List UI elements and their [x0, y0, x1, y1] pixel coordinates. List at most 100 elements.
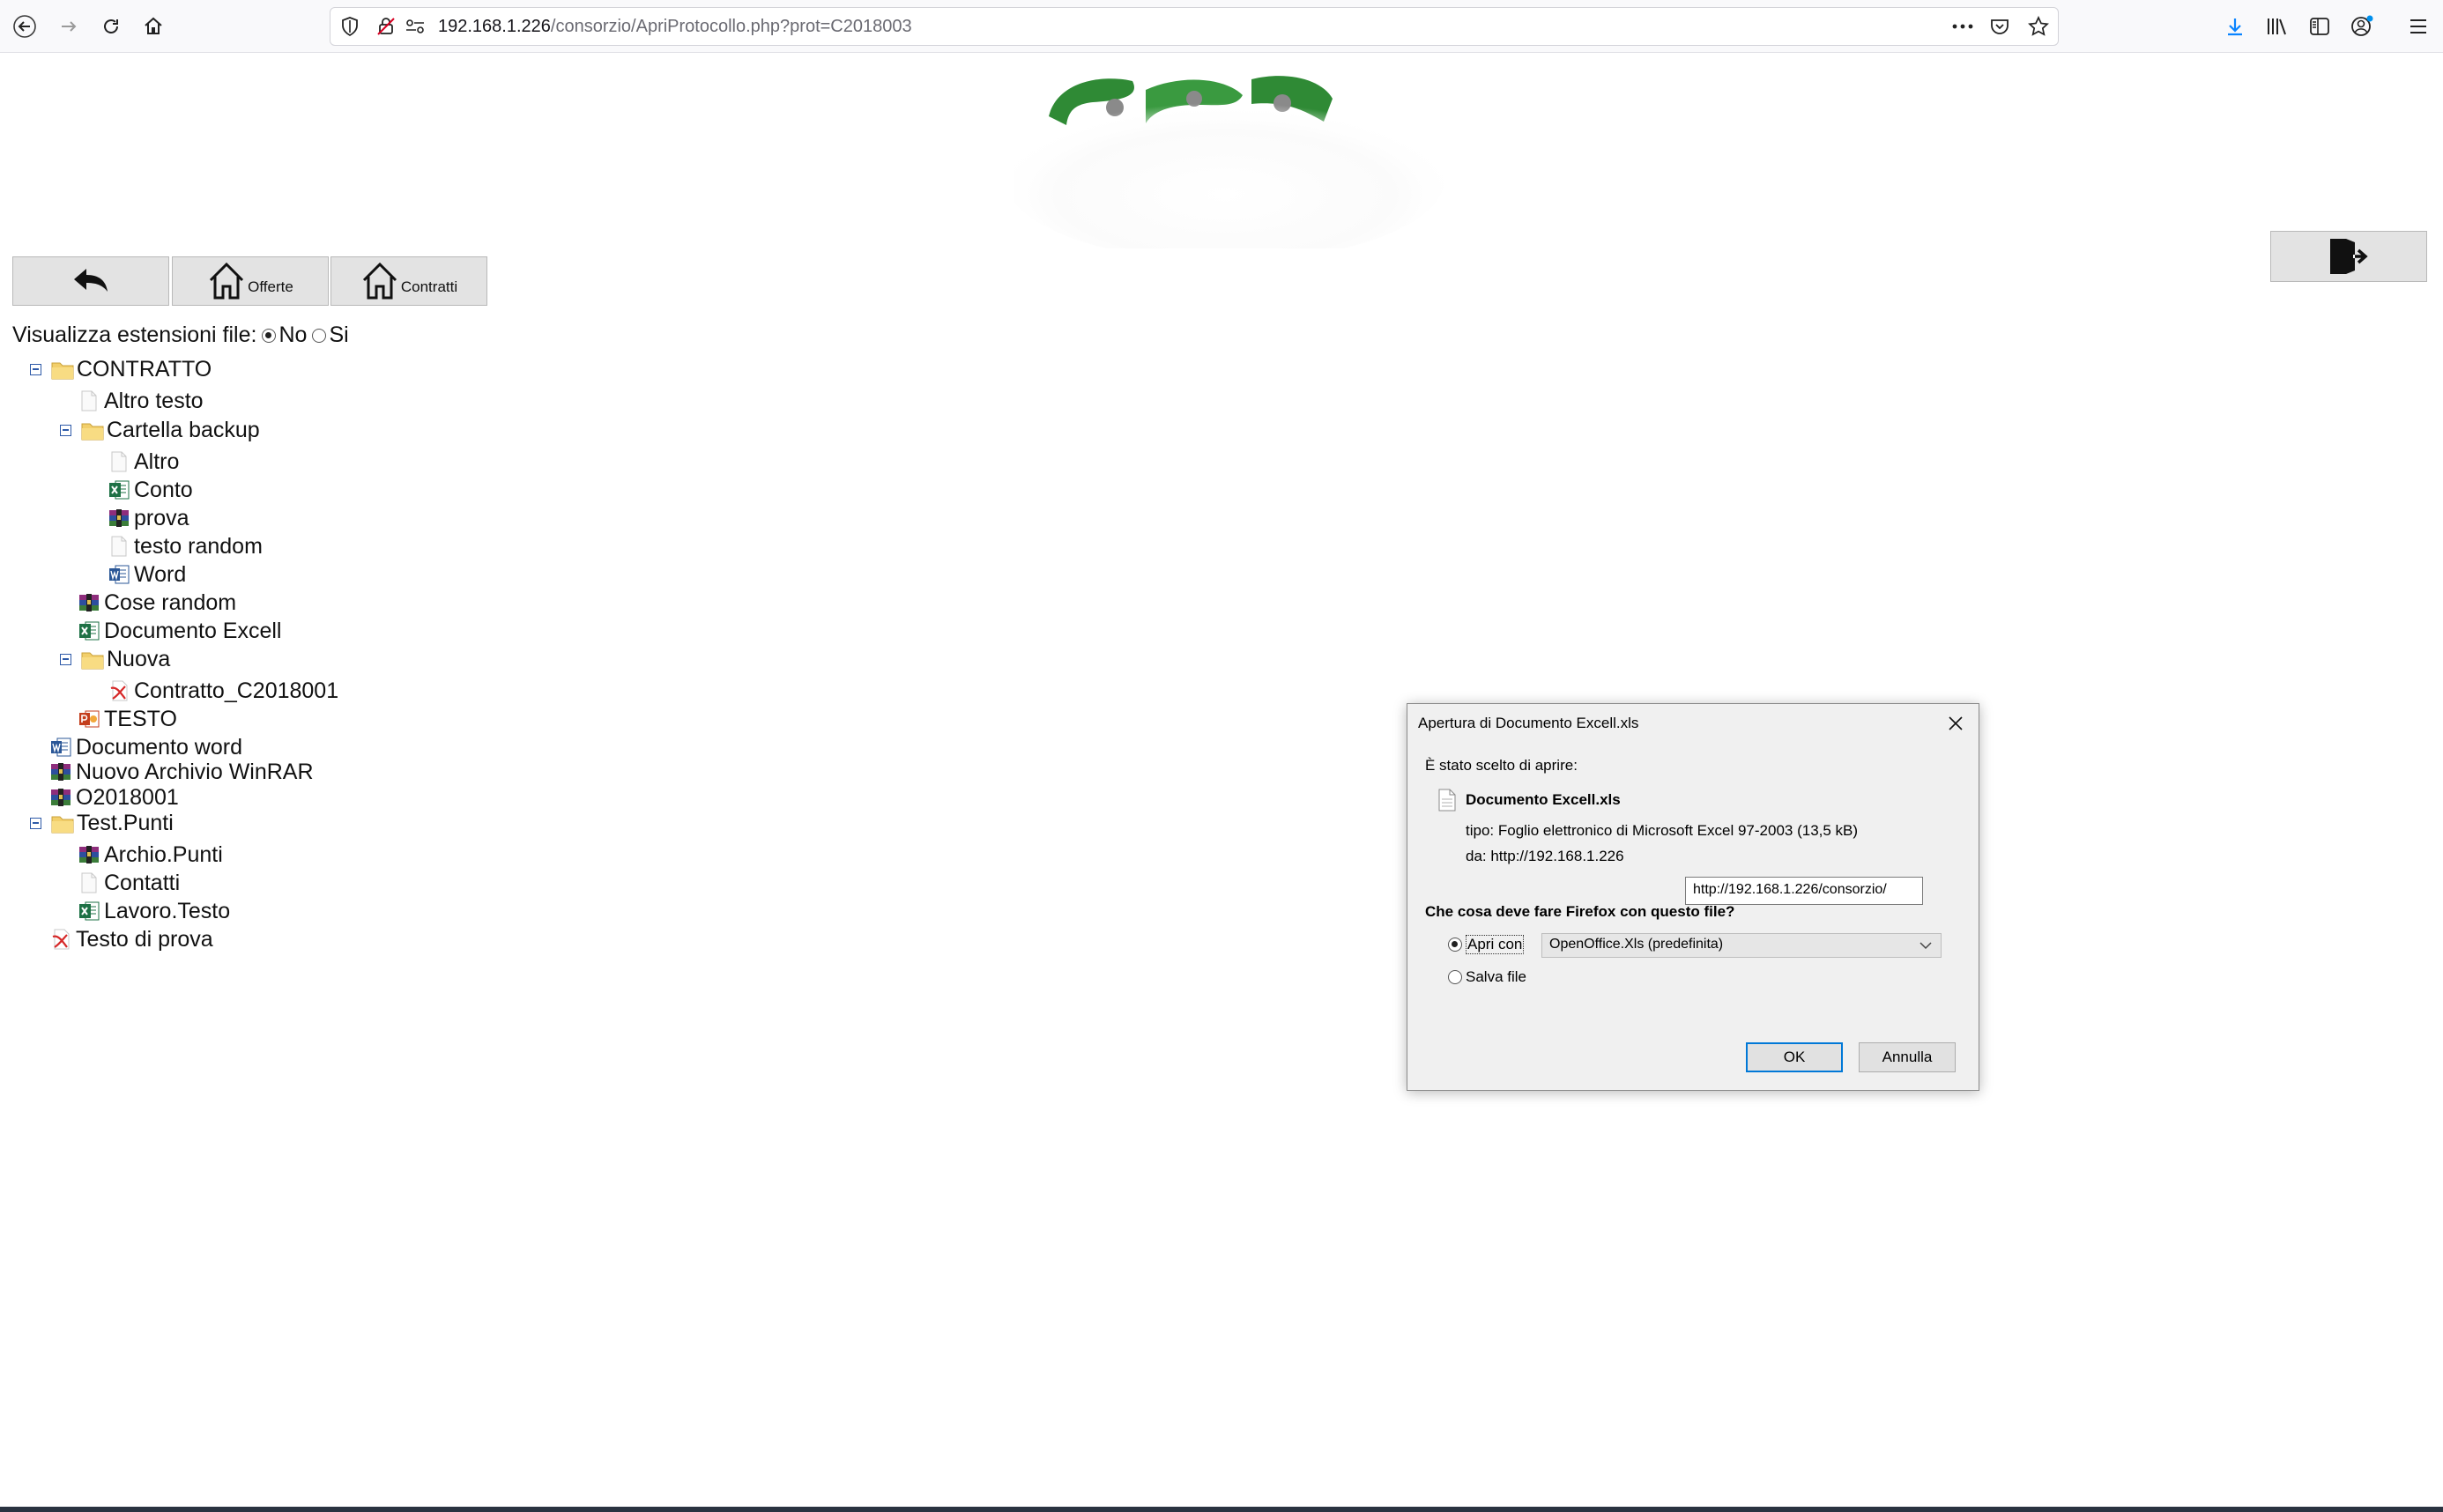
- collapse-toggle-icon[interactable]: [60, 653, 71, 665]
- collapse-toggle-icon[interactable]: [30, 363, 41, 375]
- collapse-toggle-icon[interactable]: [30, 817, 41, 829]
- full-url-field[interactable]: http://192.168.1.226/consorzio/: [1685, 877, 1923, 905]
- tree-item-label[interactable]: O2018001: [76, 785, 179, 811]
- dialog-intro: È stato scelto di aprire:: [1425, 757, 1578, 774]
- ok-button[interactable]: OK: [1746, 1042, 1843, 1072]
- tree-file[interactable]: prova: [108, 504, 189, 532]
- tree-file[interactable]: Word: [108, 560, 186, 589]
- download-icon[interactable]: [2217, 9, 2253, 44]
- home-icon: [210, 262, 244, 300]
- file-icon: [108, 450, 130, 473]
- file-icon: [78, 871, 100, 894]
- tree-file[interactable]: Altro testo: [78, 387, 204, 415]
- tree-file[interactable]: Contatti: [78, 869, 180, 897]
- close-icon[interactable]: [1943, 711, 1968, 736]
- library-icon[interactable]: [2260, 9, 2295, 44]
- tree-item-label[interactable]: Cose random: [104, 590, 236, 616]
- word-icon: [49, 736, 72, 759]
- pdf-icon: [108, 679, 130, 702]
- logout-button[interactable]: [2270, 231, 2427, 282]
- tree-item-label[interactable]: Test.Punti: [77, 811, 174, 836]
- tree-folder[interactable]: CONTRATTO: [30, 355, 212, 383]
- reload-icon[interactable]: [93, 9, 129, 44]
- dialog-file: Documento Excell.xls: [1437, 789, 1621, 812]
- folder-icon: [50, 358, 74, 381]
- collapse-toggle-icon[interactable]: [60, 424, 71, 436]
- rar-icon: [78, 843, 100, 866]
- tree-item-label[interactable]: CONTRATTO: [77, 357, 212, 382]
- tree-item-label[interactable]: Altro testo: [104, 389, 204, 414]
- url-text[interactable]: 192.168.1.226/consorzio/ApriProtocollo.p…: [438, 17, 912, 37]
- tree-file[interactable]: Archio.Punti: [78, 841, 223, 869]
- tree-item-label[interactable]: Word: [134, 562, 186, 588]
- shield-icon[interactable]: [341, 17, 364, 36]
- tree-file[interactable]: TESTO: [78, 705, 177, 733]
- word-icon: [108, 563, 130, 586]
- excel-icon: [78, 900, 100, 923]
- cancel-button[interactable]: Annulla: [1859, 1042, 1956, 1072]
- tree-item-label[interactable]: TESTO: [104, 707, 177, 732]
- exit-door-icon: [2330, 239, 2368, 274]
- tree-item-label[interactable]: Documento Excell: [104, 619, 281, 644]
- tree-folder[interactable]: Test.Punti: [30, 809, 174, 837]
- tree-item-label[interactable]: Lavoro.Testo: [104, 899, 230, 924]
- tree-file[interactable]: Cose random: [78, 589, 236, 617]
- url-path: /consorzio/ApriProtocollo.php?prot=C2018…: [550, 16, 912, 36]
- contratti-label: Contratti: [400, 278, 458, 295]
- tree-file[interactable]: Documento Excell: [78, 617, 281, 645]
- tree-file[interactable]: Testo di prova: [49, 925, 213, 953]
- open-with-label: Apri con: [1466, 935, 1525, 954]
- tree-item-label[interactable]: Nuova: [107, 647, 170, 672]
- save-file-option[interactable]: Salva file: [1448, 968, 1526, 986]
- tree-item-label[interactable]: Archio.Punti: [104, 842, 223, 868]
- ext-no-label: No: [278, 322, 308, 347]
- tree-file[interactable]: testo random: [108, 532, 263, 560]
- tree-file[interactable]: Contratto_C2018001: [108, 677, 338, 705]
- tree-item-label[interactable]: Cartella backup: [107, 418, 260, 443]
- site-logo: [1005, 63, 1445, 262]
- ext-si-radio[interactable]: [312, 328, 327, 343]
- tree-item-label[interactable]: Nuovo Archivio WinRAR: [76, 760, 314, 785]
- tree-item-label[interactable]: prova: [134, 506, 189, 531]
- file-icon: [78, 389, 100, 412]
- tree-item-label[interactable]: Testo di prova: [76, 927, 213, 952]
- pocket-icon[interactable]: [1980, 18, 2019, 35]
- tree-file[interactable]: O2018001: [49, 783, 179, 812]
- file-icon: [1438, 789, 1456, 812]
- tree-file[interactable]: Altro: [108, 448, 179, 476]
- excel-icon: [78, 619, 100, 642]
- ext-no-radio[interactable]: [262, 328, 277, 343]
- permissions-icon[interactable]: [405, 18, 429, 35]
- folder-icon: [80, 648, 104, 671]
- menu-icon[interactable]: [2401, 9, 2436, 44]
- offerte-button[interactable]: Offerte: [172, 256, 329, 306]
- forward-arrow-icon[interactable]: [51, 9, 86, 44]
- tree-folder[interactable]: Cartella backup: [60, 416, 260, 444]
- open-with-radio[interactable]: [1448, 938, 1462, 952]
- back-arrow-icon[interactable]: [7, 9, 42, 44]
- tree-folder[interactable]: Nuova: [60, 645, 170, 673]
- bookmark-star-icon[interactable]: [2019, 16, 2058, 37]
- dialog-filename: Documento Excell.xls: [1466, 791, 1621, 808]
- tree-item-label[interactable]: testo random: [134, 534, 263, 560]
- back-button[interactable]: [12, 256, 169, 306]
- tree-file[interactable]: Conto: [108, 476, 193, 504]
- tree-file[interactable]: Nuovo Archivio WinRAR: [49, 758, 314, 786]
- tree-item-label[interactable]: Conto: [134, 478, 193, 503]
- sidebar-icon[interactable]: [2302, 9, 2337, 44]
- account-icon[interactable]: [2344, 9, 2380, 44]
- tree-file[interactable]: Lavoro.Testo: [78, 897, 230, 925]
- more-icon[interactable]: [1945, 24, 1980, 29]
- url-bar[interactable]: 192.168.1.226/consorzio/ApriProtocollo.p…: [330, 7, 2059, 46]
- tree-item-label[interactable]: Contatti: [104, 871, 180, 896]
- tree-item-label[interactable]: Contratto_C2018001: [134, 678, 338, 704]
- home-icon[interactable]: [136, 9, 171, 44]
- open-with-app-select[interactable]: OpenOffice.Xls (predefinita): [1541, 933, 1942, 958]
- open-with-option[interactable]: Apri con: [1448, 935, 1525, 954]
- tracking-off-icon[interactable]: [376, 17, 397, 36]
- contratti-button[interactable]: Contratti: [330, 256, 487, 306]
- download-dialog: Apertura di Documento Excell.xls È stato…: [1407, 703, 1979, 1091]
- tree-item-label[interactable]: Documento word: [76, 735, 242, 760]
- tree-item-label[interactable]: Altro: [134, 449, 179, 475]
- save-file-radio[interactable]: [1448, 970, 1462, 984]
